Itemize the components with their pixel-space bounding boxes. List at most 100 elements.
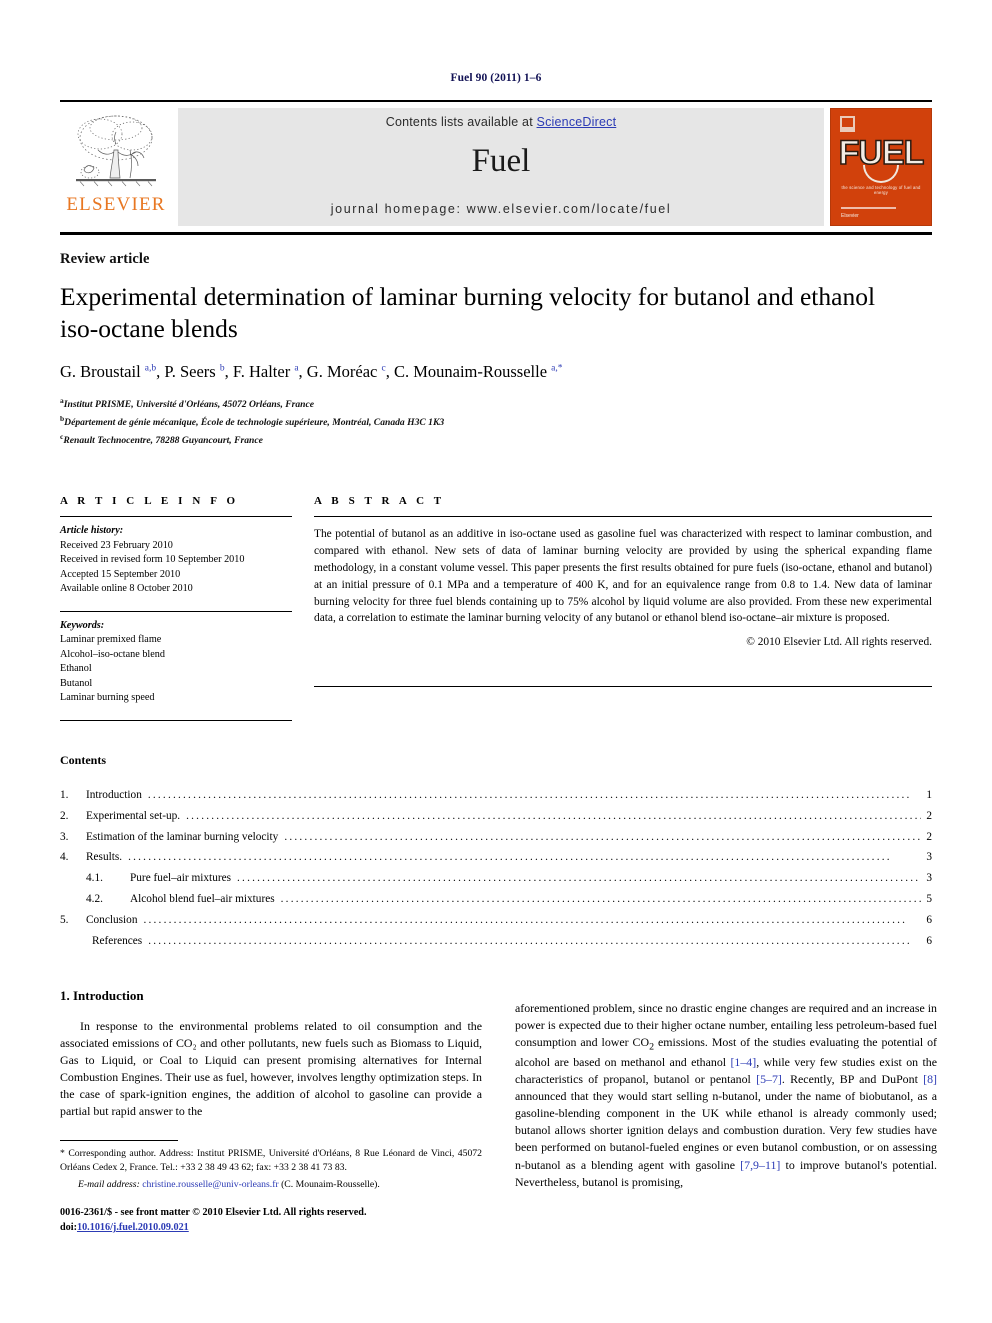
article-history-label: Article history: <box>60 525 124 537</box>
toc-number: 5. <box>60 914 69 927</box>
toc-number: 4. <box>60 851 69 864</box>
footnote-rule <box>60 1140 178 1141</box>
cover-footer-rule <box>841 207 896 209</box>
body-column-right: aforementioned problem, since no drastic… <box>515 988 937 1203</box>
journal-cover-image: FUEL the science and technology of fuel … <box>830 108 932 226</box>
article-history-item: Received in revised form 10 September 20… <box>60 554 245 566</box>
cover-footer-label: Elsevier <box>841 213 859 219</box>
running-head: Fuel 90 (2011) 1–6 <box>450 72 542 84</box>
affiliation-item: bDépartement de génie mécanique, École d… <box>60 413 932 431</box>
affiliation-text: Renault Technocentre, 78288 Guyancourt, … <box>63 435 263 447</box>
info-abstract-row: A R T I C L E I N F O Article history: R… <box>60 495 932 721</box>
elsevier-wordmark: ELSEVIER <box>66 194 166 215</box>
toc-label: References <box>92 935 143 948</box>
toc-entry[interactable]: 1. Introduction ........................… <box>60 785 932 806</box>
journal-homepage[interactable]: journal homepage: www.elsevier.com/locat… <box>331 202 671 216</box>
toc-page-number: 1 <box>926 788 932 801</box>
title-block: Review article Experimental determinatio… <box>60 235 932 449</box>
imprint-block: 0016-2361/$ - see front matter © 2010 El… <box>60 1206 482 1236</box>
toc-number: 1. <box>60 788 69 801</box>
cover-subtitle: the science and technology of fuel and e… <box>841 185 921 195</box>
affiliation-text: Institut PRISME, Université d'Orléans, 4… <box>63 399 315 411</box>
toc-label: Alcohol blend fuel–air mixtures <box>130 893 275 906</box>
toc-leader-dots: ........................................… <box>147 788 912 801</box>
affiliation-item: cRenault Technocentre, 78288 Guyancourt,… <box>60 431 932 449</box>
toc-entry[interactable]: References .............................… <box>60 931 932 952</box>
toc-number: 2. <box>60 809 69 822</box>
toc-entry[interactable]: 4.1. Pure fuel–air mixtures ............… <box>60 868 932 889</box>
doi-label: doi: <box>60 1222 77 1234</box>
toc-entry[interactable]: 5. Conclusion ..........................… <box>60 910 932 931</box>
toc-page-number: 2 <box>926 830 932 843</box>
email-note: E-mail address: christine.rousselle@univ… <box>60 1179 482 1190</box>
section-heading-introduction: 1. Introduction <box>60 987 144 1003</box>
abstract-column: A B S T R A C T The potential of butanol… <box>314 495 932 720</box>
doi-line: doi:10.1016/j.fuel.2010.09.021 <box>60 1221 482 1236</box>
toc-number: 3. <box>60 830 69 843</box>
toc-page-number: 6 <box>926 914 932 927</box>
email-label: E-mail address: <box>78 1179 140 1191</box>
doi-link[interactable]: 10.1016/j.fuel.2010.09.021 <box>77 1222 189 1233</box>
sciencedirect-link[interactable]: ScienceDirect <box>537 115 617 129</box>
toc-page-number: 3 <box>926 851 932 864</box>
abstract-heading: A B S T R A C T <box>314 495 445 508</box>
toc-label: Introduction <box>86 788 142 801</box>
contents-list: 1. Introduction ........................… <box>60 785 932 952</box>
toc-label: Results. <box>86 851 123 864</box>
keywords-block: Keywords: Laminar premixed flame Alcohol… <box>60 612 292 706</box>
cover-elsevier-mark-icon <box>840 116 855 132</box>
author-list: G. Broustail a,b, P. Seers b, F. Halter … <box>60 362 563 382</box>
toc-label: Experimental set-up. <box>86 809 181 822</box>
toc-leader-dots: ........................................… <box>148 935 912 948</box>
toc-leader-dots: ........................................… <box>143 914 908 927</box>
toc-entry[interactable]: 2. Experimental set-up. ................… <box>60 806 932 827</box>
toc-entry[interactable]: 4.2. Alcohol blend fuel–air mixtures ...… <box>60 889 932 910</box>
toc-leader-dots: ........................................… <box>280 893 922 906</box>
email-link[interactable]: christine.rousselle@univ-orleans.fr <box>142 1179 278 1190</box>
journal-masthead: ELSEVIER Contents lists available at Sci… <box>60 100 932 226</box>
journal-article-page: Fuel 90 (2011) 1–6 ELSEVIER Contents lis… <box>0 0 992 1323</box>
article-history-block: Article history: Received 23 February 20… <box>60 517 292 596</box>
article-info-heading: A R T I C L E I N F O <box>60 495 239 508</box>
keywords-label: Keywords: <box>60 619 105 631</box>
toc-page-number: 2 <box>926 809 932 822</box>
article-history-item: Accepted 15 September 2010 <box>60 568 181 580</box>
keyword-item: Laminar premixed flame <box>60 634 162 646</box>
toc-label: Pure fuel–air mixtures <box>130 872 232 885</box>
affiliation-text: Département de génie mécanique, École de… <box>64 417 445 429</box>
corresponding-author-note: * Corresponding author. Address: Institu… <box>60 1148 482 1174</box>
abstract-text: The potential of butanol as an additive … <box>314 528 932 625</box>
contents-section: Contents 1. Introduction ...............… <box>60 753 932 952</box>
abstract-copyright: © 2010 Elsevier Ltd. All rights reserved… <box>746 636 932 649</box>
article-info-bottom-rule <box>60 719 292 721</box>
article-history-item: Received 23 February 2010 <box>60 539 173 551</box>
contents-available-label: Contents lists available at <box>385 115 537 129</box>
intro-paragraph-left: In response to the environmental problem… <box>60 1018 482 1118</box>
journal-band: Contents lists available at ScienceDirec… <box>178 108 824 226</box>
toc-leader-dots: ........................................… <box>186 809 922 822</box>
page-title: Experimental determination of laminar bu… <box>60 282 876 344</box>
toc-entry[interactable]: 4. Results. ............................… <box>60 847 932 868</box>
keyword-item: Butanol <box>60 677 93 689</box>
toc-number: 4.2. <box>86 893 103 906</box>
contents-available-line: Contents lists available at ScienceDirec… <box>386 115 617 129</box>
elsevier-tree-icon <box>70 110 162 194</box>
keyword-item: Laminar burning speed <box>60 692 155 704</box>
abstract-bottom-rule <box>314 686 932 688</box>
footnote-area: * Corresponding author. Address: Institu… <box>60 1140 482 1236</box>
elsevier-logo: ELSEVIER <box>60 108 172 226</box>
toc-label: Estimation of the laminar burning veloci… <box>86 830 279 843</box>
toc-entry[interactable]: 3. Estimation of the laminar burning vel… <box>60 827 932 848</box>
keyword-item: Ethanol <box>60 663 92 675</box>
intro-paragraph-right: aforementioned problem, since no drastic… <box>515 1000 937 1189</box>
toc-page-number: 6 <box>926 935 932 948</box>
article-info-column: A R T I C L E I N F O Article history: R… <box>60 495 292 721</box>
issn-front-matter: 0016-2361/$ - see front matter © 2010 El… <box>60 1207 367 1219</box>
toc-page-number: 5 <box>926 893 932 906</box>
affiliation-list: aInstitut PRISME, Université d'Orléans, … <box>60 395 932 449</box>
toc-number: 4.1. <box>86 872 103 885</box>
keyword-item: Alcohol–iso-octane blend <box>60 648 165 660</box>
toc-leader-dots: ........................................… <box>128 851 892 864</box>
article-type-kicker: Review article <box>60 251 150 267</box>
toc-leader-dots: ........................................… <box>284 830 921 843</box>
